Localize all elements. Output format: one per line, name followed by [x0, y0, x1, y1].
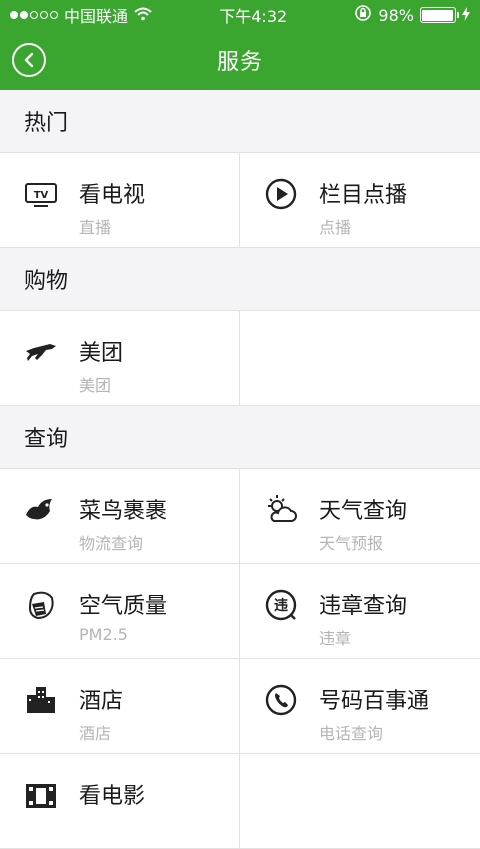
service-row: 看电影	[0, 754, 480, 849]
clock: 下午4:32	[219, 7, 288, 26]
service-item[interactable]: 号码百事通 电话查询	[240, 659, 480, 753]
service-label: 看电影	[79, 784, 146, 809]
service-subtitle: 天气预报	[319, 534, 384, 553]
signal-icon	[10, 11, 58, 19]
service-subtitle: PM2.5	[79, 625, 128, 644]
service-item[interactable]: 看电视 直播	[0, 153, 240, 247]
tv-icon	[24, 177, 58, 211]
service-item[interactable]: 看电影	[0, 754, 240, 848]
section-title: 热门	[0, 90, 480, 153]
phone-icon	[264, 683, 298, 717]
movie-icon	[24, 778, 58, 812]
service-subtitle: 酒店	[79, 724, 112, 743]
page-title: 服务	[216, 50, 263, 75]
service-label: 酒店	[79, 689, 124, 714]
service-item[interactable]: 酒店 酒店	[0, 659, 240, 753]
service-item[interactable]: 栏目点播 点播	[240, 153, 480, 247]
service-label: 栏目点播	[319, 183, 408, 208]
mask-icon	[24, 588, 58, 622]
service-label: 号码百事通	[319, 689, 430, 714]
battery-icon	[419, 7, 459, 23]
service-label: 空气质量	[79, 594, 168, 619]
service-row: 酒店 酒店 号码百事通 电话查询	[0, 659, 480, 754]
service-row: 美团 美团	[0, 311, 480, 406]
play-icon	[264, 177, 298, 211]
chevron-left-icon	[24, 52, 34, 68]
service-subtitle: 电话查询	[319, 724, 384, 743]
service-row: 空气质量 PM2.5 违章查询违章	[0, 564, 480, 659]
service-item[interactable]: 菜鸟裹裹 物流查询	[0, 469, 240, 563]
carrier-label: 中国联通	[64, 7, 129, 26]
section-title: 购物	[0, 248, 480, 311]
rotation-lock-icon	[354, 4, 372, 26]
violation-icon	[264, 588, 298, 622]
service-label: 违章查询	[319, 594, 408, 619]
service-grid: 菜鸟裹裹 物流查询 天气查询 天气预报 空气质量 PM2.5 违章查询 违章 酒店 酒店 号码百事通…	[0, 469, 480, 849]
back-button[interactable]	[12, 43, 46, 77]
bird-icon	[24, 493, 58, 527]
meituan-icon	[24, 335, 58, 369]
empty-cell	[240, 754, 480, 848]
service-subtitle: 美团	[79, 376, 112, 395]
service-subtitle: 物流查询	[79, 534, 144, 553]
service-subtitle: 违章	[319, 629, 352, 648]
service-grid: 美团 美团	[0, 311, 480, 406]
status-bar: 中国联通 下午4:32 98%	[0, 0, 480, 30]
service-label: 天气查询	[319, 499, 408, 524]
hotel-icon	[24, 683, 58, 717]
section-title: 查询	[0, 406, 480, 469]
battery-percent: 98%	[378, 5, 414, 25]
empty-cell	[240, 311, 480, 405]
service-item[interactable]: 违章查询 违章	[240, 564, 480, 658]
charging-icon	[461, 6, 470, 25]
service-label: 菜鸟裹裹	[79, 499, 168, 524]
weather-icon	[264, 493, 298, 527]
service-list: 热门 看电视 直播 栏目点播 点播 购物 美团 美团 查询 菜鸟裹裹 物流查询 天气查询 天气预报 空气质…	[0, 90, 480, 849]
service-row: 菜鸟裹裹 物流查询 天气查询 天气预报	[0, 469, 480, 564]
top-bar: 中国联通 下午4:32 98% 服务	[0, 0, 480, 90]
service-item[interactable]: 天气查询 天气预报	[240, 469, 480, 563]
service-grid: 看电视 直播 栏目点播 点播	[0, 153, 480, 248]
nav-bar: 服务	[0, 30, 480, 90]
service-row: 看电视 直播 栏目点播 点播	[0, 153, 480, 248]
service-label: 美团	[79, 341, 124, 366]
service-item[interactable]: 空气质量 PM2.5	[0, 564, 240, 658]
service-subtitle: 直播	[79, 218, 112, 237]
wifi-icon	[134, 6, 152, 25]
service-subtitle: 点播	[319, 218, 352, 237]
service-item[interactable]: 美团 美团	[0, 311, 240, 405]
service-label: 看电视	[79, 183, 146, 208]
